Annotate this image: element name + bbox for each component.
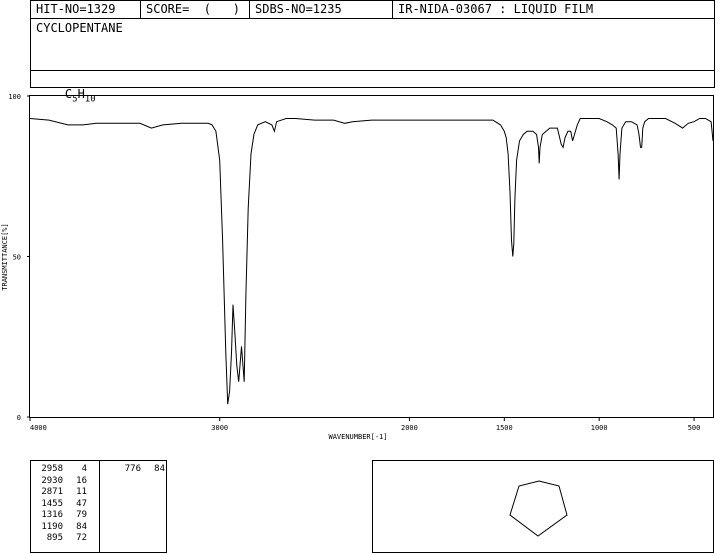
peak-intensity: 84: [76, 521, 87, 532]
peak-intensity: 4: [81, 464, 87, 474]
cyclopentane-ring-icon: [509, 480, 568, 537]
peak-intensity: 11: [76, 487, 87, 497]
x-axis-label: WAVENUMBER[-1]: [328, 433, 387, 441]
x-tick-label: 2000: [401, 424, 418, 432]
y-tick-label: 0: [17, 414, 21, 422]
x-tick-label: 3000: [211, 424, 228, 432]
plot-frame: [29, 95, 714, 418]
peak-row: 2871 11: [35, 487, 95, 499]
peak-wavenumber: 776: [124, 464, 141, 474]
ir-spectrum-chart: 0 50 100 4000 3000 2000 1500 1000 500 WAVENUMBE…: [1, 93, 714, 441]
peak-row: 776 84: [113, 464, 165, 476]
peak-row: 1190 84: [35, 522, 95, 534]
peak-intensity: 79: [76, 510, 87, 520]
peak-intensity: 47: [76, 498, 87, 509]
peak-wavenumber: 895: [46, 533, 63, 543]
structure-box: [372, 460, 714, 553]
peak-wavenumber: 2958: [41, 464, 63, 474]
peak-wavenumber: 1190: [41, 521, 63, 532]
peak-intensity: 72: [76, 533, 87, 543]
spectrum-line: [29, 118, 714, 405]
x-tick-label: 1500: [496, 424, 513, 432]
peak-wavenumber: 2930: [41, 475, 63, 486]
y-tick-label: 50: [13, 254, 21, 262]
peak-row: 895 72: [35, 533, 95, 545]
peak-column-1: 2958 4 2930 16 2871 11 1455 47 1316 79 1190 84 895 72: [35, 464, 95, 545]
peak-row: 1316 79: [35, 510, 95, 522]
peak-table: 2958 4 2930 16 2871 11 1455 47 1316 79 1190 84 895 72…: [30, 460, 167, 553]
x-tick-label: 1000: [591, 424, 608, 432]
y-axis-label: TRANSMITTANCE[%]: [1, 223, 9, 290]
peak-column-2: 776 84: [113, 464, 165, 476]
peak-row: 1455 47: [35, 499, 95, 511]
x-tick-label: 500: [688, 424, 701, 432]
peak-wavenumber: 2871: [41, 487, 63, 497]
peak-wavenumber: 1316: [41, 510, 63, 520]
peak-intensity: 16: [76, 475, 87, 486]
y-tick-label: 100: [8, 93, 21, 101]
x-tick-label: 4000: [30, 424, 47, 432]
peak-row: 2930 16: [35, 476, 95, 488]
peak-table-divider: [99, 461, 100, 552]
peak-row: 2958 4: [35, 464, 95, 476]
peak-intensity: 84: [154, 464, 165, 474]
peak-wavenumber: 1455: [41, 498, 63, 509]
